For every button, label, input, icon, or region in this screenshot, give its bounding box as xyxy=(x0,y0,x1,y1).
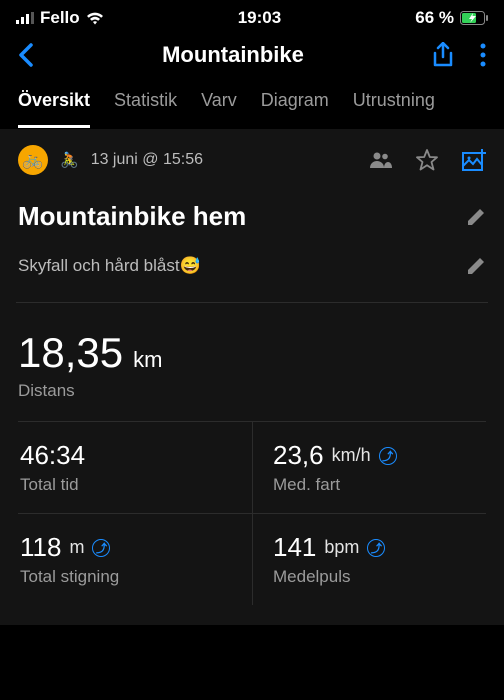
info-icon[interactable]: ⤴ xyxy=(379,447,397,465)
stat-value: 141 xyxy=(273,532,316,563)
edit-title-button[interactable] xyxy=(466,207,486,227)
info-icon[interactable]: ⤴ xyxy=(92,539,110,557)
sport-badge-icon: 🚲 xyxy=(18,145,48,175)
activity-content: 🚲 🚴 13 juni @ 15:56 Mountainbike hem Sky… xyxy=(0,129,504,625)
stat-label: Med. fart xyxy=(273,475,484,495)
tab-laps[interactable]: Varv xyxy=(201,82,237,128)
wifi-icon xyxy=(86,12,104,25)
tab-gear[interactable]: Utrustning xyxy=(353,82,435,128)
info-icon[interactable]: ⤴ xyxy=(367,539,385,557)
activity-note: Skyfall och hård blåst😅 xyxy=(18,256,201,276)
stat-avg-hr: 141 bpm ⤴ Medelpuls xyxy=(252,513,486,605)
edit-note-button[interactable] xyxy=(466,256,486,276)
status-right: 66 % xyxy=(415,8,488,28)
distance-unit: km xyxy=(133,347,162,373)
title-row: Mountainbike hem xyxy=(18,195,486,246)
distance-block: 18,35 km Distans xyxy=(18,303,486,421)
add-image-icon[interactable] xyxy=(462,149,486,171)
distance-label: Distans xyxy=(18,381,486,401)
signal-icon xyxy=(16,12,34,24)
stat-grid: 46:34 Total tid 23,6 km/h ⤴ Med. fart 11… xyxy=(18,421,486,605)
people-icon[interactable] xyxy=(370,152,392,168)
note-row: Skyfall och hård blåst😅 xyxy=(18,246,486,302)
clock: 19:03 xyxy=(238,8,281,28)
nav-bar: Mountainbike xyxy=(0,32,504,82)
battery-icon xyxy=(460,11,488,25)
tab-overview[interactable]: Översikt xyxy=(18,82,90,128)
tab-charts[interactable]: Diagram xyxy=(261,82,329,128)
tabs: Översikt Statistik Varv Diagram Utrustni… xyxy=(0,82,504,129)
stat-value: 23,6 xyxy=(273,440,324,471)
activity-title: Mountainbike hem xyxy=(18,201,246,232)
activity-type-icon: 🚴 xyxy=(60,151,79,169)
stat-label: Total tid xyxy=(20,475,250,495)
status-left: Fello xyxy=(16,8,104,28)
stat-avg-speed: 23,6 km/h ⤴ Med. fart xyxy=(252,421,486,513)
status-bar: Fello 19:03 66 % xyxy=(0,0,504,32)
stat-value: 118 xyxy=(20,532,61,563)
share-button[interactable] xyxy=(432,42,454,68)
stat-label: Total stigning xyxy=(20,567,250,587)
stat-unit: km/h xyxy=(332,445,371,466)
stat-label: Medelpuls xyxy=(273,567,484,587)
page-title: Mountainbike xyxy=(34,42,432,68)
meta-row: 🚲 🚴 13 juni @ 15:56 xyxy=(18,129,486,195)
tab-statistics[interactable]: Statistik xyxy=(114,82,177,128)
star-icon[interactable] xyxy=(416,149,438,171)
activity-datetime: 13 juni @ 15:56 xyxy=(91,151,203,169)
carrier-label: Fello xyxy=(40,8,80,28)
stat-unit: bpm xyxy=(324,537,359,558)
stat-total-time: 46:34 Total tid xyxy=(18,421,252,513)
stat-unit: m xyxy=(69,537,84,558)
stat-total-climb: 118 m ⤴ Total stigning xyxy=(18,513,252,605)
back-button[interactable] xyxy=(18,43,34,67)
battery-percent: 66 % xyxy=(415,8,454,28)
stat-value: 46:34 xyxy=(20,440,85,471)
more-button[interactable] xyxy=(480,43,486,67)
distance-value: 18,35 xyxy=(18,329,123,377)
